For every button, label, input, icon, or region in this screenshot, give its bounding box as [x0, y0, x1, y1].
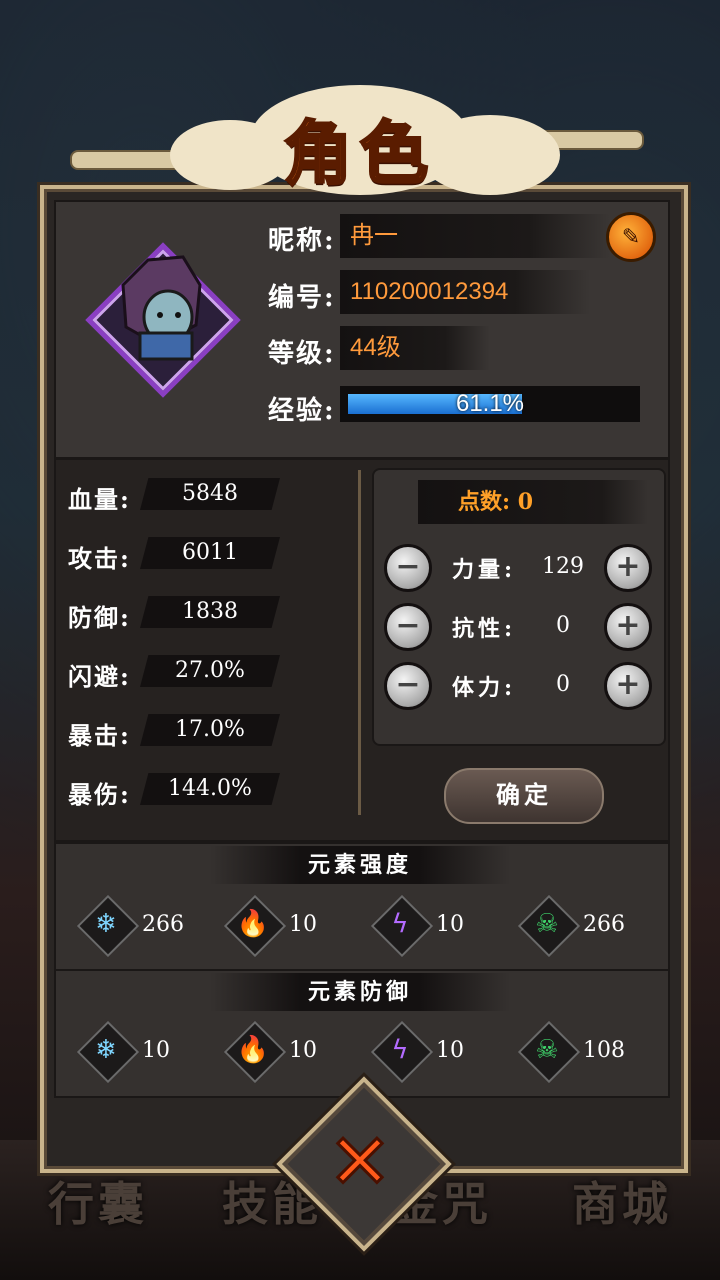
- stat-attack-label: 攻击:: [68, 544, 131, 573]
- ice-icon: ❄: [95, 909, 117, 939]
- ice-defense-value: 10: [142, 1038, 170, 1063]
- strength-increase-button[interactable]: +: [604, 544, 652, 592]
- page-title: 角色: [282, 113, 436, 196]
- lightning-defense-value: 10: [436, 1038, 464, 1063]
- resistance-value: 0: [556, 613, 570, 638]
- nickname-value: 冉一: [340, 214, 610, 258]
- stat-defense-value: 1838: [140, 596, 280, 628]
- avatar: [85, 242, 241, 398]
- poison-strength-value: 266: [583, 912, 625, 937]
- stats-scrollbar[interactable]: [358, 470, 361, 815]
- poison-defense-value: 108: [583, 1038, 625, 1063]
- stat-crit-damage-label: 暴伤:: [68, 780, 131, 809]
- ice-strength-value: 266: [142, 912, 184, 937]
- stat-crit-value: 17.0%: [140, 714, 280, 746]
- level-value: 44级: [340, 326, 490, 370]
- exp-percent: 61.1%: [455, 390, 525, 417]
- stat-attack-value: 6011: [140, 537, 280, 569]
- poison-skull-icon: ☠: [535, 909, 559, 939]
- points-value: 0: [517, 489, 534, 515]
- brush-icon: ✎: [621, 224, 641, 250]
- stamina-value: 0: [556, 672, 570, 697]
- stat-defense-label: 防御:: [68, 603, 131, 632]
- nav-bag[interactable]: 行囊: [48, 1168, 148, 1234]
- stat-hp-value: 5848: [140, 478, 280, 510]
- points-display: 点数: 0: [418, 480, 648, 524]
- strength-decrease-button[interactable]: −: [384, 544, 432, 592]
- element-defense-title: 元素防御: [210, 973, 510, 1011]
- stamina-label: 体力:: [452, 675, 517, 701]
- lightning-strength-value: 10: [436, 912, 464, 937]
- element-strength-title: 元素强度: [210, 846, 510, 884]
- resistance-increase-button[interactable]: +: [604, 603, 652, 651]
- strength-value: 129: [542, 554, 584, 579]
- lightning-icon: ϟ: [391, 909, 409, 939]
- exp-label: 经验:: [268, 396, 336, 426]
- stat-crit-label: 暴击:: [68, 721, 131, 750]
- title-banner: 角色: [60, 80, 660, 200]
- fire-defense-value: 10: [289, 1038, 317, 1063]
- poison-skull-icon: ☠: [535, 1035, 559, 1065]
- character-portrait-icon: [121, 255, 202, 361]
- strength-label: 力量:: [452, 557, 517, 583]
- stat-dodge-label: 闪避:: [68, 662, 131, 691]
- fire-icon: 🔥: [236, 1035, 270, 1065]
- edit-nickname-button[interactable]: ✎: [606, 212, 656, 262]
- fire-icon: 🔥: [236, 909, 270, 939]
- fire-strength-value: 10: [289, 912, 317, 937]
- ice-icon: ❄: [95, 1035, 117, 1065]
- stat-crit-damage-value: 144.0%: [140, 773, 280, 805]
- id-label: 编号:: [268, 283, 336, 313]
- close-icon[interactable]: ✕: [318, 1118, 402, 1205]
- confirm-button[interactable]: 确定: [444, 768, 604, 824]
- stat-hp-label: 血量:: [68, 485, 131, 514]
- stamina-increase-button[interactable]: +: [604, 662, 652, 710]
- exp-bar: 61.1%: [340, 386, 640, 422]
- stat-dodge-value: 27.0%: [140, 655, 280, 687]
- level-label: 等级:: [268, 339, 336, 369]
- stamina-decrease-button[interactable]: −: [384, 662, 432, 710]
- points-label: 点数:: [458, 489, 511, 515]
- resistance-label: 抗性:: [452, 616, 517, 642]
- id-value: 110200012394: [340, 270, 590, 314]
- nickname-label: 昵称:: [268, 226, 336, 256]
- lightning-icon: ϟ: [391, 1035, 409, 1065]
- resistance-decrease-button[interactable]: −: [384, 603, 432, 651]
- nav-shop[interactable]: 商城: [572, 1168, 672, 1234]
